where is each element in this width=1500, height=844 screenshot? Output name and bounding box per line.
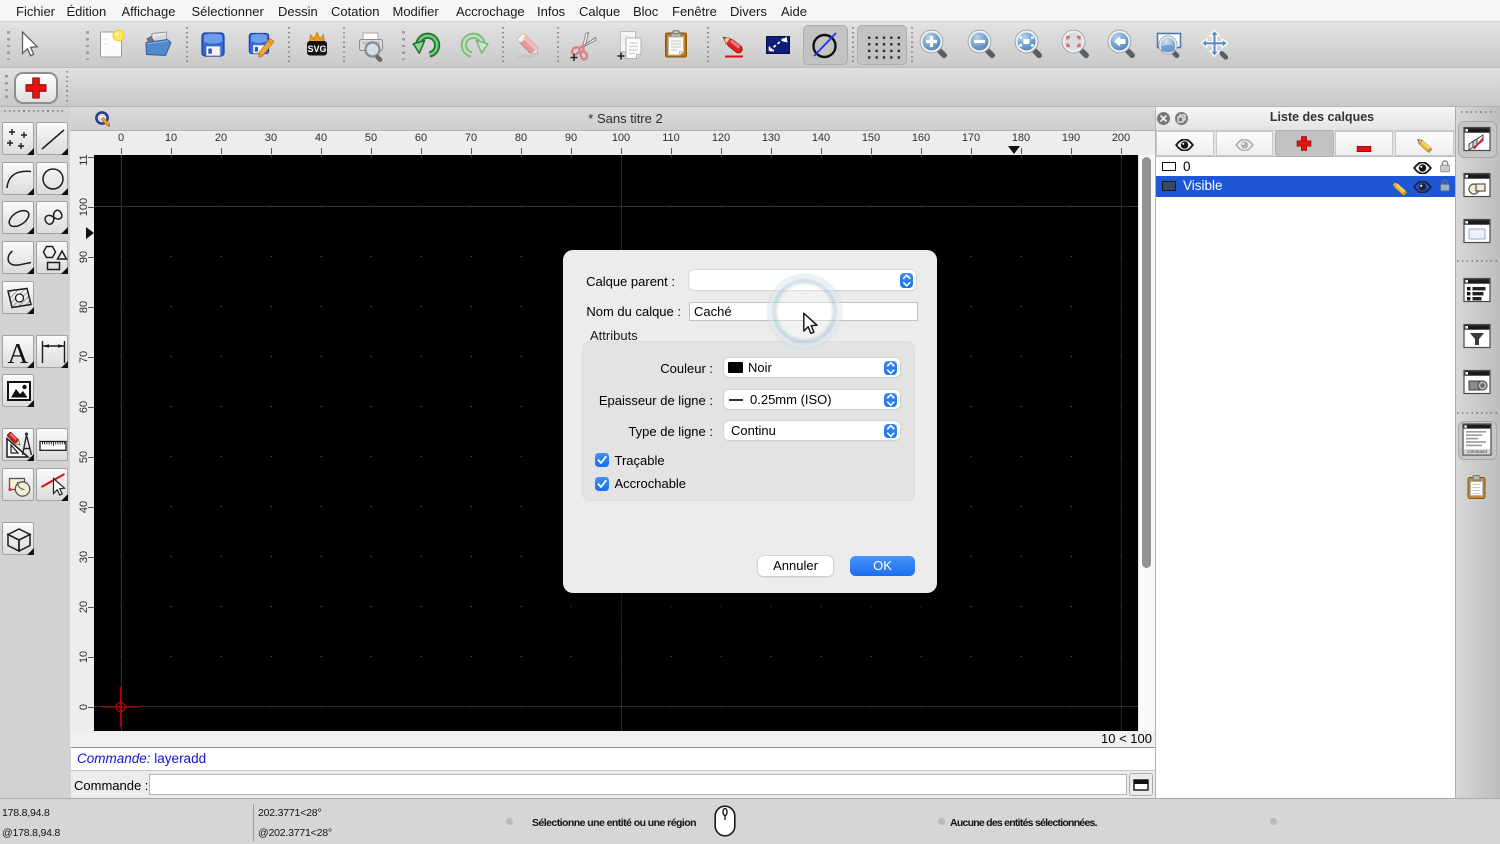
- svg-text:A: A: [8, 338, 29, 369]
- svg-text:command: command: [1467, 449, 1487, 454]
- svg-text:SVG: SVG: [307, 44, 326, 54]
